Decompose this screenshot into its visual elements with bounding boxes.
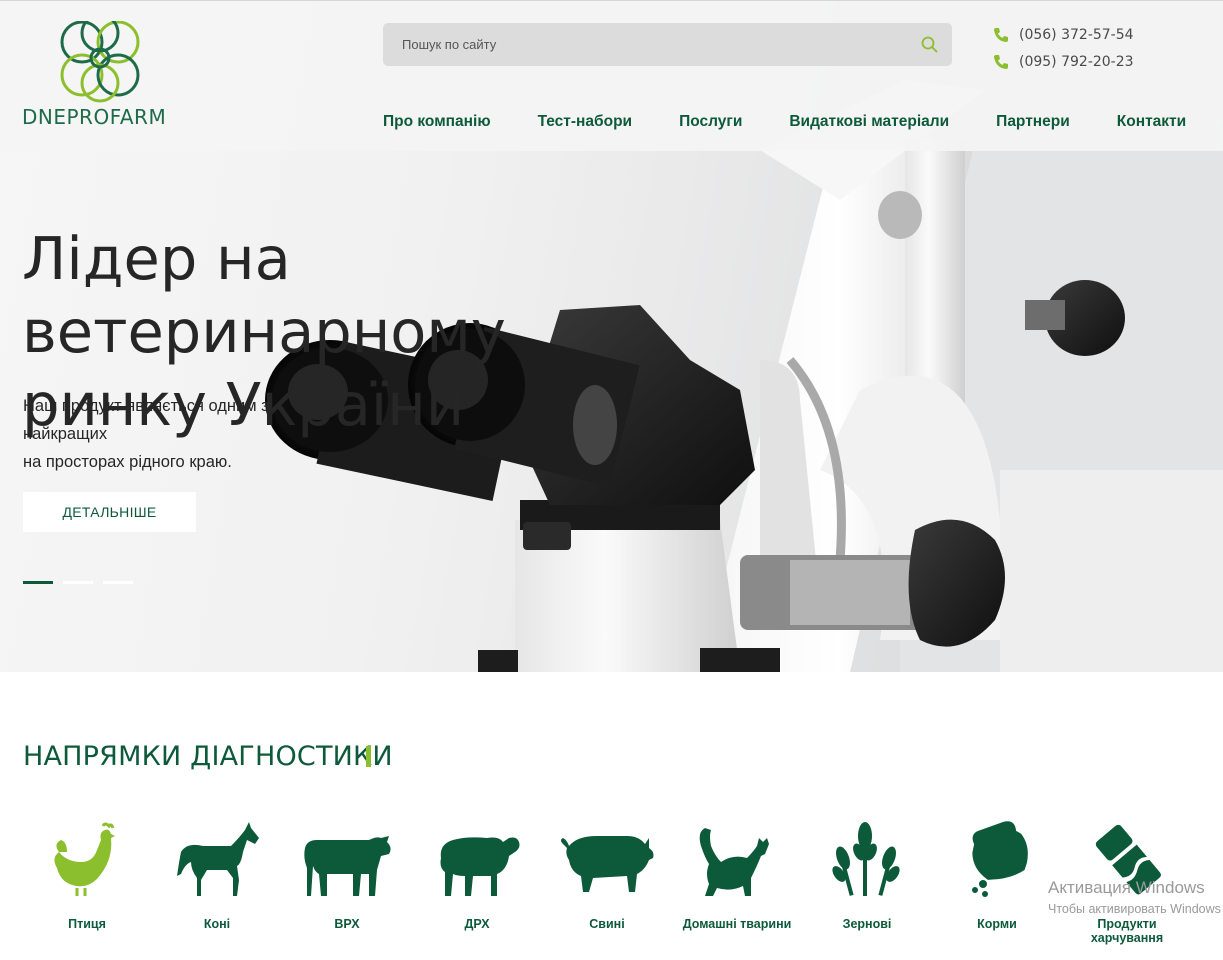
nav-item-contacts[interactable]: Контакти	[1117, 113, 1186, 131]
category-label: Домашні тварини	[682, 917, 792, 931]
site-header: DNEPROFARM (056) 372-57-54 (095) 792-20-…	[0, 0, 1223, 151]
category-item-small-ruminants[interactable]: ДРХ	[412, 818, 542, 960]
category-label: ДРХ	[464, 917, 490, 931]
slider-pagination	[23, 581, 143, 584]
category-item-pets[interactable]: Домашні тварини	[672, 818, 802, 960]
section-title-marker	[366, 746, 371, 767]
phone-list: (056) 372-57-54 (095) 792-20-23	[992, 21, 1134, 75]
category-item-poultry[interactable]: Птиця	[22, 818, 152, 960]
pig-icon	[561, 836, 654, 892]
nav-item-partners[interactable]: Партнери	[996, 113, 1070, 131]
watermark-line-1: Активация Windows	[1048, 878, 1205, 897]
slide-dot-1[interactable]	[23, 581, 53, 584]
phone-icon	[994, 54, 1008, 69]
sheep-icon	[440, 837, 520, 896]
hero-subtitle-line-1: Наш продукт являється одним з найкращих	[23, 397, 269, 443]
nav-item-consumables[interactable]: Видаткові матеріали	[789, 113, 949, 131]
hero-title-line-1: Лідер на ветеринарному	[22, 224, 506, 366]
hero-subtitle-line-2: на просторах рідного краю.	[23, 453, 232, 471]
logo-text: DNEPROFARM	[22, 105, 167, 129]
phone-number: (095) 792-20-23	[1019, 53, 1134, 70]
category-item-grains[interactable]: Зернові	[802, 818, 932, 960]
chicken-icon	[54, 822, 115, 896]
category-item-cattle[interactable]: ВРХ	[282, 818, 412, 960]
category-label: Продукти харчування	[1090, 917, 1164, 945]
cat-icon	[699, 828, 769, 896]
phone-item[interactable]: (095) 792-20-23	[992, 48, 1134, 75]
phone-number: (056) 372-57-54	[1019, 26, 1134, 43]
logo[interactable]: DNEPROFARM	[22, 13, 182, 131]
category-item-horses[interactable]: Коні	[152, 818, 282, 960]
logo-emblem-icon	[60, 13, 140, 103]
main-nav: Про компанію Тест-набори Послуги Видатко…	[383, 113, 1186, 131]
slide-dot-2[interactable]	[63, 581, 93, 584]
horse-icon	[177, 822, 259, 896]
phone-icon	[994, 27, 1008, 42]
category-label: Свині	[589, 917, 625, 931]
feed-bag-icon	[972, 821, 1028, 897]
category-item-pigs[interactable]: Свині	[542, 818, 672, 960]
category-label: Корми	[977, 917, 1017, 931]
nav-item-services[interactable]: Послуги	[679, 113, 742, 131]
slide-dot-3[interactable]	[103, 581, 133, 584]
search-input[interactable]	[383, 23, 903, 66]
category-item-feed[interactable]: Корми	[932, 818, 1062, 960]
details-button[interactable]: ДЕТАЛЬНІШЕ	[23, 492, 196, 532]
category-label: ВРХ	[334, 917, 360, 931]
search-box	[383, 23, 952, 66]
wheat-icon	[832, 822, 900, 896]
hero-subtitle: Наш продукт являється одним з найкращих …	[23, 392, 343, 476]
category-label: Зернові	[842, 917, 892, 931]
nav-item-about[interactable]: Про компанію	[383, 113, 491, 131]
section-title: НАПРЯМКИ ДІАГНОСТИКИ	[23, 741, 393, 772]
search-icon[interactable]	[920, 35, 940, 55]
watermark-line-2: Чтобы активировать Windows	[1048, 902, 1221, 916]
category-list: Птиця Коні ВРХ ДРХ Свині Домашні тварини	[0, 818, 1223, 960]
category-label: Птиця	[68, 917, 106, 931]
windows-activation-watermark: Активация Windows Чтобы активировать Win…	[1048, 878, 1223, 916]
category-label: Коні	[203, 917, 231, 931]
phone-item[interactable]: (056) 372-57-54	[992, 21, 1134, 48]
nav-item-test-kits[interactable]: Тест-набори	[538, 113, 633, 131]
cow-icon	[304, 836, 391, 896]
